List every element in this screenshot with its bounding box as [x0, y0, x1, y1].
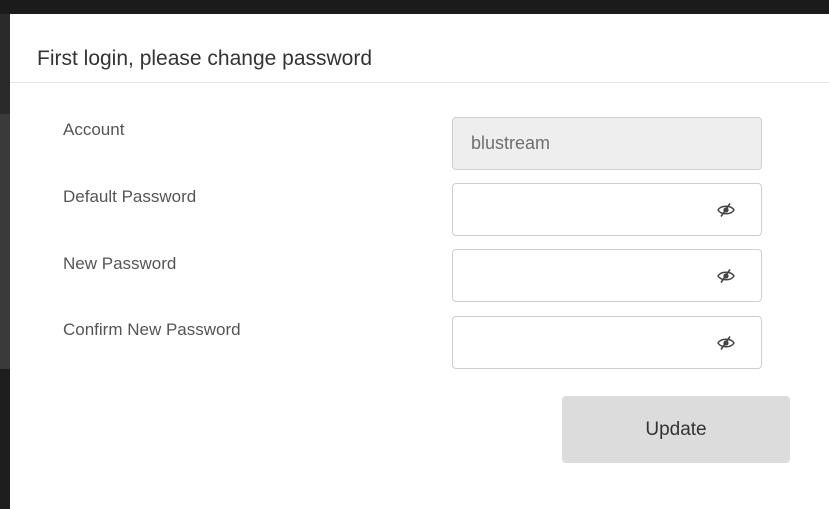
dialog-title: First login, please change password [37, 47, 373, 70]
eye-slash-icon[interactable] [717, 202, 735, 218]
screen: First login, please change password Acco… [0, 0, 829, 509]
change-password-dialog: First login, please change password Acco… [10, 14, 829, 506]
confirm-password-label: Confirm New Password [63, 320, 241, 339]
eye-slash-icon[interactable] [717, 268, 735, 284]
new-password-input[interactable] [453, 250, 761, 301]
backdrop-segment [0, 114, 10, 369]
new-password-field[interactable] [452, 249, 762, 302]
account-field [452, 117, 762, 170]
confirm-password-input[interactable] [453, 317, 761, 368]
dialog-header: First login, please change password [10, 14, 829, 83]
backdrop-top [0, 0, 829, 14]
confirm-password-field[interactable] [452, 316, 762, 369]
backdrop-segment [0, 369, 10, 509]
eye-slash-icon[interactable] [717, 335, 735, 351]
account-label: Account [63, 120, 125, 139]
default-password-label: Default Password [63, 187, 197, 206]
new-password-label: New Password [63, 254, 177, 273]
update-button[interactable]: Update [562, 396, 790, 463]
default-password-field[interactable] [452, 183, 762, 236]
account-input [453, 118, 761, 169]
backdrop-left [0, 14, 10, 509]
default-password-input[interactable] [453, 184, 761, 235]
